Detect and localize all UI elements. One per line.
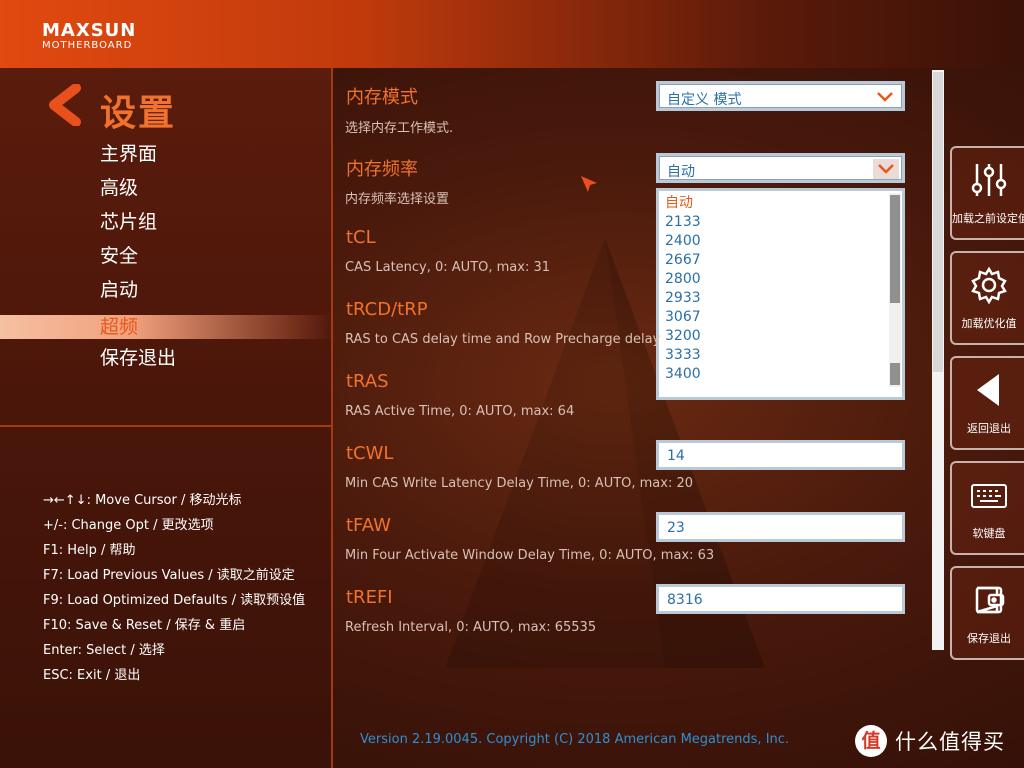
setting-title-tras: tRAS xyxy=(346,371,389,392)
load-optimized-label: 加载优化值 xyxy=(961,317,1017,330)
dropdown-option[interactable]: 2800 xyxy=(665,270,887,289)
back-arrow-icon[interactable] xyxy=(44,84,84,126)
gear-icon xyxy=(971,266,1007,305)
dropdown-option[interactable]: 3200 xyxy=(665,327,887,346)
save-exit-label: 保存退出 xyxy=(967,632,1011,645)
setting-title-trefi: tREFI xyxy=(346,587,393,608)
sliders-icon xyxy=(971,164,1007,196)
setting-desc-trcd: RAS to CAS delay time and Row Precharge … xyxy=(345,332,661,347)
left-divider xyxy=(0,425,333,427)
mem-freq-dropdown-button[interactable] xyxy=(873,159,899,179)
help-line: →←↑↓: Move Cursor / 移动光标 xyxy=(43,493,242,508)
dropdown-option[interactable]: 2933 xyxy=(665,289,887,308)
menu-item-boot[interactable]: 启动 xyxy=(0,276,333,310)
setting-title-tfaw: tFAW xyxy=(346,515,391,536)
dropdown-scrollbar-thumb[interactable] xyxy=(890,195,900,303)
settings-content: 内存模式 选择内存工作模式. 自定义 模式 内存频率 内存频率选择设置 自动 自… xyxy=(335,68,935,668)
menu-item-main[interactable]: 主界面 xyxy=(0,140,333,174)
watermark-text: 什么值得买 xyxy=(895,730,1005,754)
load-previous-label: 加载之前设定值 xyxy=(952,212,1024,225)
chevron-down-icon xyxy=(877,92,893,102)
help-legend: →←↑↓: Move Cursor / 移动光标 +/-: Change Opt… xyxy=(43,488,305,688)
menu-item-advanced[interactable]: 高级 xyxy=(0,174,333,208)
dropdown-option[interactable]: 3067 xyxy=(665,308,887,327)
setting-desc-tcl: CAS Latency, 0: AUTO, max: 31 xyxy=(345,260,551,275)
mem-mode-select[interactable]: 自定义 模式 xyxy=(656,81,905,111)
setting-desc-tfaw: Min Four Activate Window Delay Time, 0: … xyxy=(345,548,715,563)
dropdown-option[interactable]: 2667 xyxy=(665,251,887,270)
setting-title-mem-freq: 内存频率 xyxy=(346,159,418,180)
setting-title-trcd: tRCD/tRP xyxy=(346,299,428,320)
soft-keyboard-label: 软键盘 xyxy=(972,527,1006,540)
setting-title-mem-mode: 内存模式 xyxy=(346,87,418,108)
mem-freq-dropdown[interactable]: 自动 2133 2400 2667 2800 2933 3067 3200 33… xyxy=(656,188,905,400)
help-line: F7: Load Previous Values / 读取之前设定 xyxy=(43,568,295,583)
menu-item-chipset[interactable]: 芯片组 xyxy=(0,208,333,242)
chevron-down-icon xyxy=(878,164,894,174)
section-title: 设置 xyxy=(100,93,177,134)
setting-title-tcwl: tCWL xyxy=(346,443,394,464)
watermark-badge: 值 xyxy=(855,725,887,757)
trefi-input[interactable]: 8316 xyxy=(656,584,905,614)
help-line: F1: Help / 帮助 xyxy=(43,543,136,558)
mem-freq-options: 自动 2133 2400 2667 2800 2933 3067 3200 33… xyxy=(665,194,887,384)
dropdown-option[interactable]: 3333 xyxy=(665,346,887,365)
dropdown-option[interactable]: 自动 xyxy=(665,194,887,213)
help-line: Enter: Select / 选择 xyxy=(43,643,165,658)
dropdown-option[interactable]: 3400 xyxy=(665,365,887,384)
version-text: Version 2.19.0045. Copyright (C) 2018 Am… xyxy=(360,732,790,747)
setting-desc-mem-mode: 选择内存工作模式. xyxy=(345,121,454,136)
menu-item-security[interactable]: 安全 xyxy=(0,242,333,276)
mem-freq-select[interactable]: 自动 xyxy=(656,153,905,183)
tfaw-input[interactable]: 23 xyxy=(656,512,905,542)
dropdown-option[interactable]: 2400 xyxy=(665,232,887,251)
soft-keyboard-button[interactable]: 软键盘 xyxy=(950,461,1024,555)
menu-item-save-exit[interactable]: 保存退出 xyxy=(0,344,333,378)
back-exit-label: 返回退出 xyxy=(967,422,1011,435)
back-triangle-icon xyxy=(977,374,999,406)
back-exit-button[interactable]: 返回退出 xyxy=(950,356,1024,450)
save-exit-button[interactable]: 保存退出 xyxy=(950,566,1024,660)
content-scrollbar-thumb[interactable] xyxy=(933,72,943,372)
logo-subtitle: MOTHERBOARD xyxy=(42,40,133,51)
save-exit-icon xyxy=(975,586,1005,614)
mem-freq-value: 自动 xyxy=(667,164,695,180)
setting-desc-tras: RAS Active Time, 0: AUTO, max: 64 xyxy=(345,404,575,419)
dropdown-scrollbar[interactable] xyxy=(889,193,901,387)
dropdown-scrollbar-thumb-lower xyxy=(890,363,900,385)
mem-mode-value: 自定义 模式 xyxy=(667,92,742,108)
logo-brand: MAXSUN xyxy=(42,20,137,41)
setting-title-tcl: tCL xyxy=(346,227,376,248)
top-bar: MAXSUN MOTHERBOARD xyxy=(0,0,1024,68)
watermark: 值 什么值得买 xyxy=(855,724,1005,758)
content-scrollbar[interactable] xyxy=(932,70,944,650)
tfaw-value: 23 xyxy=(667,520,685,536)
maxsun-logo: MAXSUN MOTHERBOARD xyxy=(42,22,182,52)
help-line: F9: Load Optimized Defaults / 读取预设值 xyxy=(43,593,306,608)
setting-desc-mem-freq: 内存频率选择设置 xyxy=(345,192,450,207)
trefi-value: 8316 xyxy=(667,592,703,608)
load-optimized-button[interactable]: 加载优化值 xyxy=(950,251,1024,345)
tcwl-input[interactable]: 14 xyxy=(656,440,905,470)
setting-desc-tcwl: Min CAS Write Latency Delay Time, 0: AUT… xyxy=(345,476,694,491)
tcwl-value: 14 xyxy=(667,448,685,464)
help-line: ESC: Exit / 退出 xyxy=(43,668,141,683)
menu-item-overclock[interactable]: 超频 xyxy=(0,315,333,339)
help-line: F10: Save & Reset / 保存 & 重启 xyxy=(43,618,246,633)
load-previous-button[interactable]: 加载之前设定值 xyxy=(950,146,1024,240)
dropdown-option[interactable]: 2133 xyxy=(665,213,887,232)
mouse-cursor-icon xyxy=(581,176,597,192)
help-line: +/-: Change Opt / 更改选项 xyxy=(43,518,214,533)
main-menu: 主界面 高级 芯片组 安全 启动 超频 保存退出 xyxy=(0,140,333,378)
setting-desc-trefi: Refresh Interval, 0: AUTO, max: 65535 xyxy=(345,620,597,635)
keyboard-icon xyxy=(971,484,1007,508)
